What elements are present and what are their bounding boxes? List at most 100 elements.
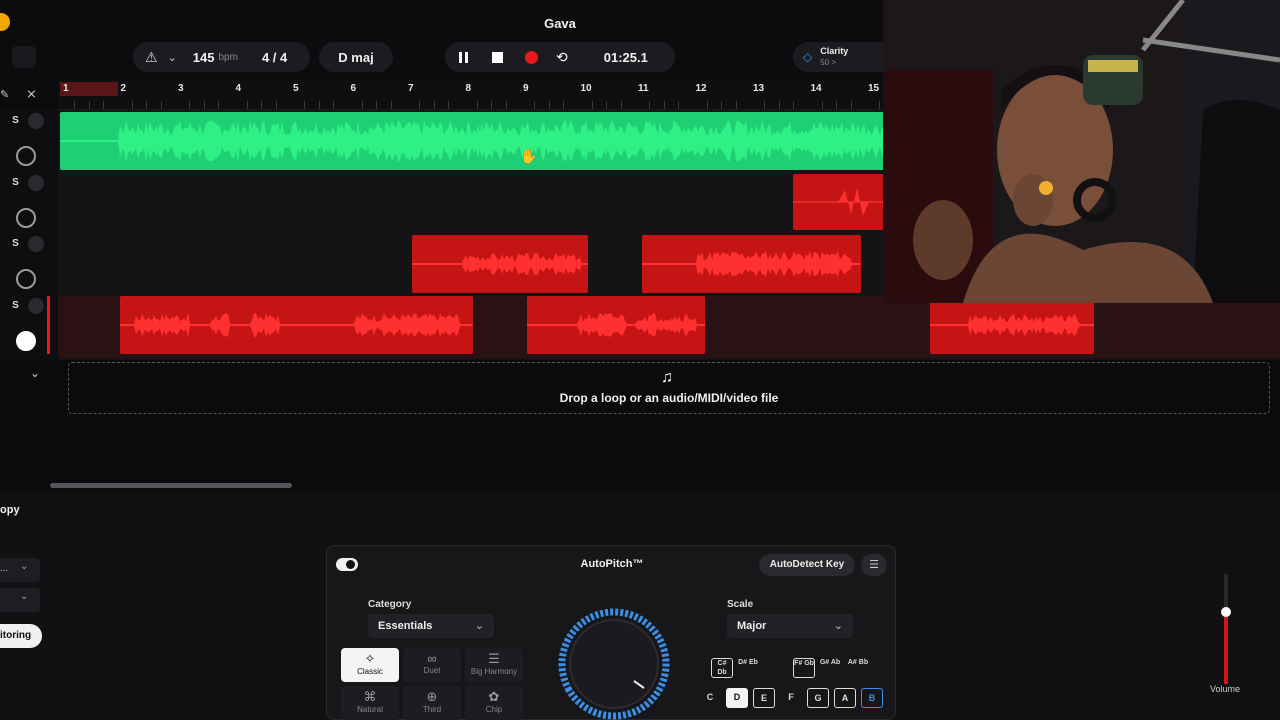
chevron-down-icon[interactable] [28,297,44,314]
chevron-down-icon[interactable] [28,113,44,129]
volume-fill [1224,607,1228,684]
record-icon[interactable] [525,50,538,64]
beat-tick [74,101,76,109]
beat-tick [390,101,392,109]
key-sharp-2[interactable]: F# Gb [793,658,815,678]
transport-pill: ⟲ 01:25.1 [445,42,675,72]
key-sharp-3[interactable]: G# Ab [819,658,841,678]
key-c[interactable]: C [699,688,721,708]
chevron-down-icon: ⌄ [20,591,29,602]
output-dropdown[interactable]: ⌄ [0,588,40,612]
stop-icon[interactable] [492,51,503,63]
key-sharp-0[interactable]: C# Db [711,658,733,678]
beat-tick [836,101,838,109]
category-classic[interactable]: ✧ Classic [341,648,399,682]
plugin-toggle[interactable] [336,558,358,571]
track-header: S [0,294,50,357]
category-duet[interactable]: ∞ Duet [403,648,461,682]
bpm-value[interactable]: 145 [193,50,215,65]
key-sharp-4[interactable]: A# Bb [847,658,869,678]
chevron-down-icon[interactable]: ⌄ [168,51,177,64]
time-display: 01:25.1 [603,49,648,65]
horizontal-scrollbar[interactable] [50,483,292,488]
grab-cursor-icon: ✋ [520,148,538,164]
autopitch-panel: AutoPitch™ AutoDetect Key ☰ Category Ess… [326,545,896,720]
audio-clip-red[interactable] [930,296,1094,354]
audio-clip-red[interactable] [527,296,705,354]
solo-button[interactable]: S [8,237,23,251]
bar-number: 12 [695,83,707,94]
pencil-icon[interactable]: ✎ [0,88,9,101]
beat-tick [620,101,622,109]
beat-tick [361,101,363,109]
timeline-ruler[interactable]: 1 2 3 4 5 6 7 8 9 10 11 12 13 14 15 [58,80,910,110]
key-d[interactable]: D [726,688,748,708]
key-pill[interactable]: D maj [319,42,393,72]
audio-clip-red[interactable] [412,235,588,293]
category-icon: ⌘ [363,689,377,704]
category-big-harmony[interactable]: ☰ Big Harmony [465,648,523,682]
category-dropdown[interactable]: Essentials ⌄ [368,614,494,638]
beat-tick [304,101,306,109]
beat-tick [534,101,536,109]
track-header: S [0,233,50,295]
key-a[interactable]: A [834,688,856,708]
settings-sliders-icon[interactable]: ☰ [861,554,887,576]
sidebar-toggle-icon[interactable] [12,46,36,68]
metronome-icon[interactable]: ⚠ [145,49,158,66]
audio-clip-red[interactable] [642,235,861,293]
track-header: S [0,110,50,172]
pan-knob[interactable] [16,269,36,289]
solo-button[interactable]: S [8,299,23,313]
chevron-down-icon[interactable] [28,236,44,252]
key-b[interactable]: B [861,688,883,708]
split-icon[interactable]: ⨯ [26,86,37,102]
key-e[interactable]: E [753,688,775,708]
input-dropdown[interactable]: ... ⌄ [0,558,40,582]
clarity-pill[interactable]: ◇ Clarity 50 > [793,42,888,72]
beat-tick [663,101,665,109]
time-signature[interactable]: 4 / 4 [262,50,287,65]
solo-button[interactable]: S [8,176,23,190]
beat-tick [793,101,795,109]
beat-tick [218,101,220,109]
volume-slider[interactable] [1221,574,1231,684]
chevron-down-icon[interactable] [28,174,44,191]
drop-zone[interactable]: ♫ Drop a loop or an audio/MIDI/video fil… [68,362,1270,414]
volume-thumb[interactable] [1221,607,1231,617]
pan-knob[interactable] [16,207,36,228]
beat-tick [476,101,478,109]
key-f[interactable]: F [780,688,802,708]
bar-number: 15 [868,83,880,94]
bar-number: 13 [753,83,765,94]
category-third[interactable]: ⊕ Third [403,686,461,720]
chevron-down-icon: ⌄ [20,561,29,572]
monitoring-button[interactable]: itoring [0,624,42,648]
category-icon: ✧ [364,651,376,666]
category-label: Big Harmony [470,667,518,676]
track-lane-4[interactable] [58,296,1280,358]
scale-dropdown[interactable]: Major ⌄ [727,614,853,638]
bar-number: 3 [178,83,184,94]
chevron-down-icon[interactable]: ⌄ [30,366,40,380]
loop-icon[interactable]: ⟲ [556,49,568,66]
pan-knob[interactable] [16,330,36,351]
pitch-knob[interactable] [552,602,682,720]
autodetect-key-button[interactable]: AutoDetect Key [759,554,855,576]
audio-clip-red[interactable] [120,296,473,354]
clarity-value: 50 > [820,58,837,67]
category-label: Third [422,705,442,714]
key-g[interactable]: G [807,688,829,708]
bar-number: 4 [235,83,242,94]
key-sharp-1[interactable]: D# Eb [737,658,759,678]
category-natural[interactable]: ⌘ Natural [341,686,399,720]
pan-knob[interactable] [16,146,36,166]
pause-icon[interactable] [459,51,468,63]
category-chip[interactable]: ✿ Chip [465,686,523,720]
category-label: Chip [485,705,503,714]
chevron-down-icon: ⌄ [833,620,843,632]
beat-tick [189,101,191,109]
drop-zone-label: Drop a loop or an audio/MIDI/video file [559,391,779,405]
solo-button[interactable]: S [8,114,23,128]
beat-tick [505,101,507,109]
